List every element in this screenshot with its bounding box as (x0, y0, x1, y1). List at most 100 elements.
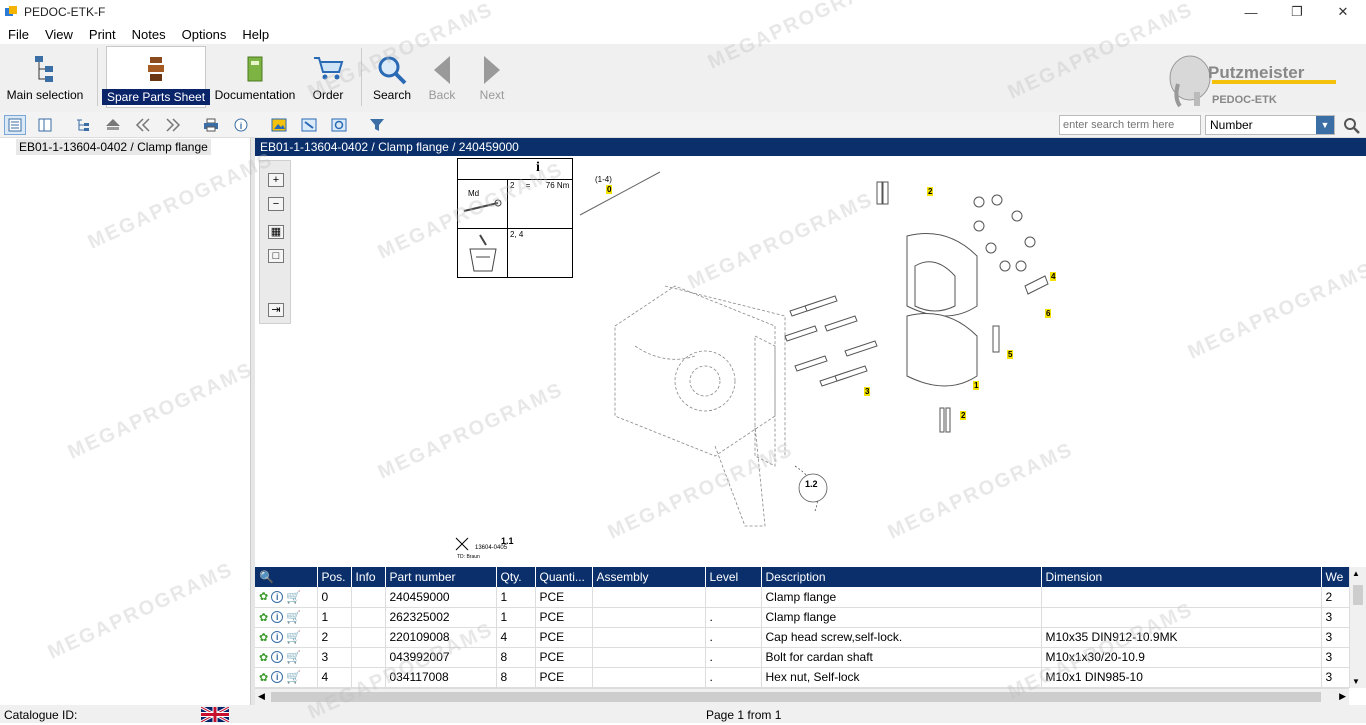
cell-qty: 1 (496, 587, 536, 608)
gear-icon[interactable]: ✿ (259, 671, 268, 684)
cart-icon[interactable]: 🛒 (286, 590, 301, 604)
cell-info (351, 667, 386, 688)
column-level[interactable]: Level (705, 567, 762, 587)
fit-page-icon[interactable]: ▦ (268, 225, 284, 239)
cell-qty: 1 (496, 607, 536, 628)
restore-button[interactable]: ❐ (1274, 0, 1320, 24)
close-button[interactable]: ✕ (1320, 0, 1366, 24)
order-button[interactable]: Order (306, 46, 350, 108)
cart-icon[interactable]: 🛒 (286, 630, 301, 644)
panel-toggle-icon[interactable]: ⇥ (268, 303, 284, 317)
column-settings-icon[interactable]: 🔍 (259, 570, 274, 584)
search-label: Search (372, 88, 412, 102)
callout-2-bottom: 2 (960, 411, 967, 420)
callout-6: 6 (1045, 309, 1052, 318)
cell-dimension (1041, 607, 1322, 628)
gear-icon[interactable]: ✿ (259, 611, 268, 624)
scroll-thumb[interactable] (1353, 585, 1363, 605)
order-label: Order (312, 88, 344, 102)
column-part-number[interactable]: Part number (385, 567, 497, 587)
table-row[interactable]: ✿ i 🛒 3 043992007 8 PCE . Bolt for cardan sh… (255, 647, 1350, 668)
horizontal-scrollbar[interactable]: ◀ ▶ (255, 688, 1349, 705)
main-selection-button[interactable]: Main selection (4, 46, 86, 108)
table-row[interactable]: ✿ i 🛒 2 220109008 4 PCE . Cap head screw,sel… (255, 627, 1350, 648)
menu-notes[interactable]: Notes (124, 27, 174, 42)
list-view-icon[interactable] (4, 115, 26, 135)
scroll-thumb-horizontal[interactable] (271, 692, 1321, 702)
image-zoom-icon[interactable] (298, 115, 320, 135)
zoom-in-icon[interactable]: + (268, 173, 284, 187)
callout-5: 5 (1007, 350, 1014, 359)
menu-help[interactable]: Help (234, 27, 277, 42)
column-quantity-unit[interactable]: Quanti... (535, 567, 593, 587)
column-info[interactable]: Info (351, 567, 386, 587)
back-button[interactable]: Back (422, 46, 462, 108)
scroll-left-icon[interactable]: ◀ (258, 691, 265, 702)
chevron-down-icon[interactable]: ▼ (1316, 116, 1334, 134)
table-row[interactable]: ✿ i 🛒 0 240459000 1 PCE Clamp flange 2 (255, 587, 1350, 608)
parts-stack-icon (148, 57, 164, 81)
menu-print[interactable]: Print (81, 27, 124, 42)
column-dimension[interactable]: Dimension (1041, 567, 1322, 587)
search-input[interactable] (1059, 115, 1201, 135)
column-qty[interactable]: Qty. (496, 567, 536, 587)
cell-unit: PCE (535, 627, 593, 648)
cell-part-number: 262325002 (385, 607, 497, 628)
info-icon[interactable]: i (271, 611, 284, 623)
documentation-button[interactable]: Documentation (212, 46, 298, 108)
gear-icon[interactable]: ✿ (259, 590, 268, 603)
info-icon[interactable]: i (230, 115, 252, 135)
page-indicator: Page 1 from 1 (706, 708, 782, 722)
app-icon (5, 6, 17, 16)
actual-size-icon[interactable]: □ (268, 249, 284, 263)
cart-icon[interactable]: 🛒 (286, 610, 301, 624)
cart-icon[interactable]: 🛒 (286, 650, 301, 664)
table-row[interactable]: ✿ i 🛒 4 034117008 8 PCE . Hex nut, Self-lock… (255, 667, 1350, 688)
minimize-button[interactable]: — (1228, 0, 1274, 24)
tree-node-clamp-flange[interactable]: EB01-1-13604-0402 / Clamp flange (16, 139, 211, 155)
info-icon[interactable]: i (271, 651, 284, 663)
machine-assembly-drawing (614, 181, 1049, 527)
image-export-icon[interactable] (268, 115, 290, 135)
shopping-cart-icon (314, 57, 344, 80)
search-go-icon[interactable] (1343, 117, 1361, 135)
info-icon[interactable]: i (271, 671, 284, 683)
print-icon[interactable] (200, 115, 222, 135)
exploded-drawing[interactable]: + − ▦ □ ⇥ i Md 2 = 76 Nm 2, 4 (1-4) 0 2 … (255, 156, 1366, 565)
menu-file[interactable]: File (0, 27, 37, 42)
cart-icon[interactable]: 🛒 (286, 670, 301, 684)
uk-flag-icon[interactable] (201, 707, 229, 722)
column-weight[interactable]: We (1321, 567, 1350, 587)
vertical-scrollbar[interactable]: ▲ ▼ (1349, 567, 1366, 688)
level-up-icon[interactable] (102, 115, 124, 135)
column-assembly[interactable]: Assembly (592, 567, 706, 587)
cell-assembly (592, 667, 706, 688)
menu-view[interactable]: View (37, 27, 81, 42)
gear-icon[interactable]: ✿ (259, 651, 268, 664)
last-page-icon[interactable] (162, 115, 184, 135)
tree-toggle-icon[interactable] (72, 115, 94, 135)
detail-ref[interactable]: 1.2 (805, 479, 818, 489)
zoom-out-icon[interactable]: − (268, 197, 284, 211)
adhesive-positions: 2, 4 (510, 230, 524, 239)
menu-options[interactable]: Options (174, 27, 235, 42)
scroll-down-icon[interactable]: ▼ (1352, 677, 1360, 686)
search-button[interactable]: Search (370, 46, 414, 108)
filter-icon[interactable] (366, 115, 388, 135)
gear-icon[interactable]: ✿ (259, 631, 268, 644)
info-icon[interactable]: i (271, 631, 284, 643)
first-page-icon[interactable] (132, 115, 154, 135)
info-icon[interactable]: i (271, 590, 284, 603)
scroll-right-icon[interactable]: ▶ (1339, 691, 1346, 702)
table-row[interactable]: ✿ i 🛒 1 262325002 1 PCE . Clamp flange 3 (255, 607, 1350, 628)
image-refresh-icon[interactable] (328, 115, 350, 135)
search-mode-select[interactable]: Number ▼ (1205, 115, 1335, 135)
scroll-up-icon[interactable]: ▲ (1352, 569, 1360, 578)
column-description[interactable]: Description (761, 567, 1042, 587)
column-pos[interactable]: Pos. (317, 567, 352, 587)
split-view-icon[interactable] (34, 115, 56, 135)
spare-parts-sheet-button[interactable]: Spare Parts Sheet (101, 46, 211, 108)
next-button[interactable]: Next (472, 46, 512, 108)
cell-pos: 0 (317, 587, 352, 608)
column-tools[interactable]: 🔍 (255, 567, 318, 587)
